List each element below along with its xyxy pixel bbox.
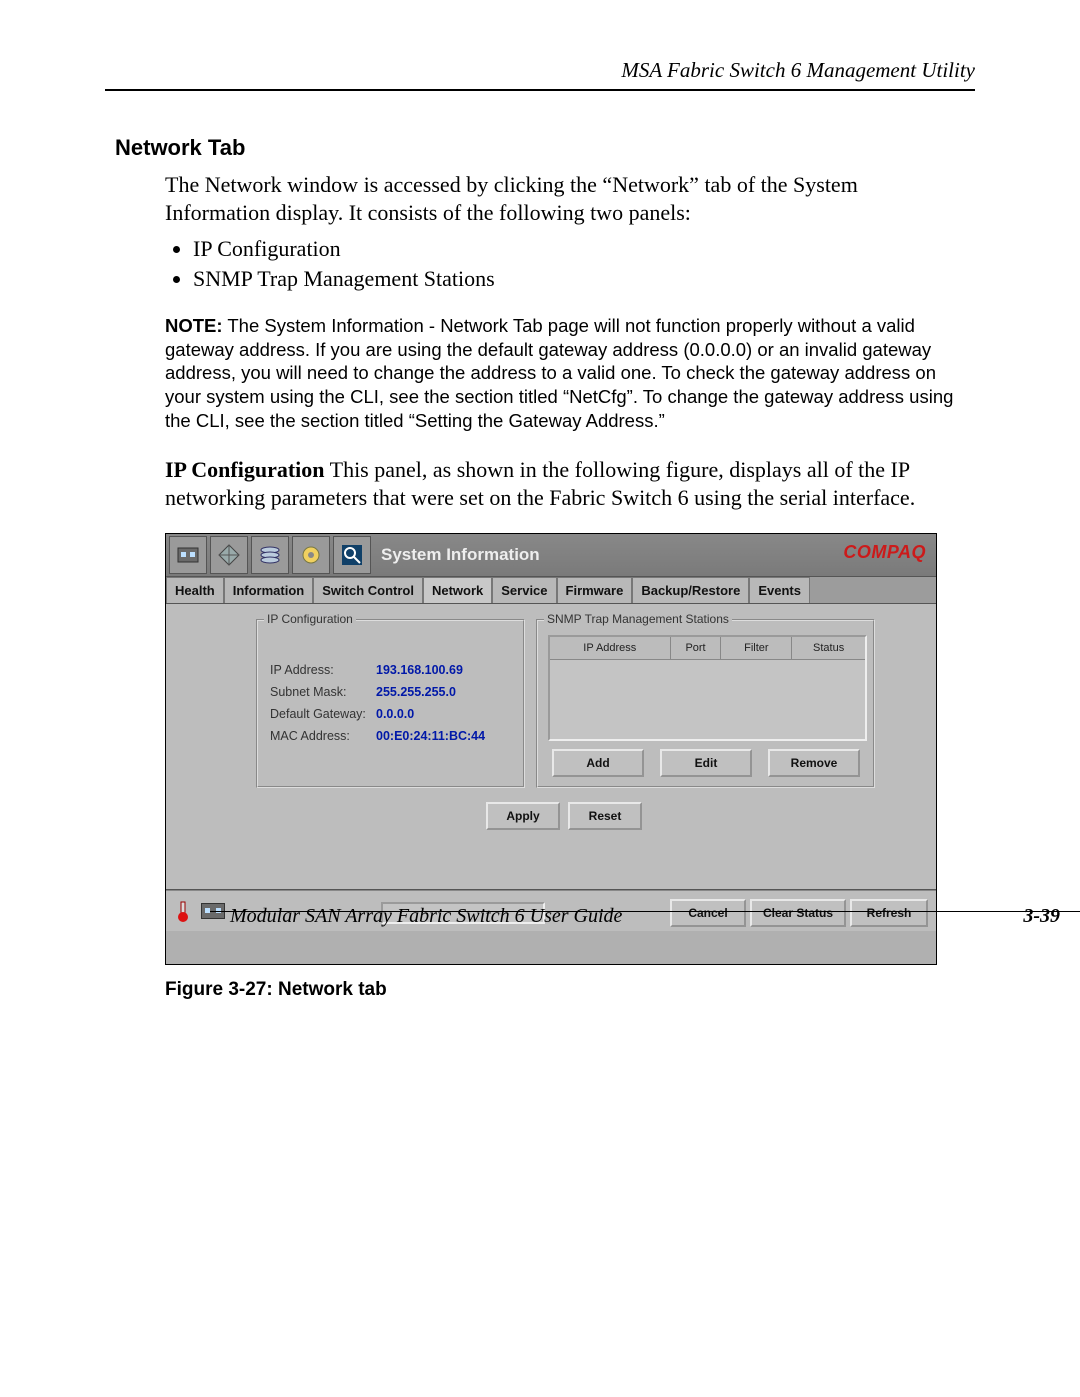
subnet-value: 255.255.255.0 xyxy=(376,685,456,699)
tab-events[interactable]: Events xyxy=(749,577,810,603)
toolbar-button-chip[interactable] xyxy=(169,536,207,574)
figure-screenshot: System Information COMPAQ Health Informa… xyxy=(165,533,975,965)
toolbar-button-fabric[interactable] xyxy=(210,536,248,574)
tab-bar: Health Information Switch Control Networ… xyxy=(166,577,936,604)
col-filter[interactable]: Filter xyxy=(721,637,792,659)
col-status[interactable]: Status xyxy=(792,637,865,659)
brand-logo: COMPAQ xyxy=(843,542,926,563)
mac-label: MAC Address: xyxy=(270,729,350,743)
ip-label: IP Address: xyxy=(270,663,334,677)
ip-row: IP Address: 193.168.100.69 xyxy=(270,663,334,677)
subnet-label: Subnet Mask: xyxy=(270,685,346,699)
reset-button[interactable]: Reset xyxy=(568,802,642,830)
footer-right: 3-39 xyxy=(1023,905,1060,928)
tab-network[interactable]: Network xyxy=(423,577,492,603)
window-title: System Information xyxy=(381,545,540,565)
snmp-legend: SNMP Trap Management Stations xyxy=(544,612,732,626)
footer-left: Modular SAN Array Fabric Switch 6 User G… xyxy=(230,905,622,928)
snmp-header-row: IP Address Port Filter Status xyxy=(550,637,865,660)
ip-value: 193.168.100.69 xyxy=(376,663,463,677)
tab-switch-control[interactable]: Switch Control xyxy=(313,577,423,603)
toolbar-button-stack[interactable] xyxy=(251,536,289,574)
edit-button[interactable]: Edit xyxy=(660,749,752,777)
rule-top xyxy=(105,89,975,91)
ip-configuration-panel: IP Configuration IP Address: 193.168.100… xyxy=(256,619,525,788)
list-item: SNMP Trap Management Stations xyxy=(193,266,975,292)
tab-firmware[interactable]: Firmware xyxy=(557,577,633,603)
toolbar: System Information COMPAQ xyxy=(166,534,936,577)
clear-status-button[interactable]: Clear Status xyxy=(750,899,846,927)
app-window: System Information COMPAQ Health Informa… xyxy=(165,533,937,965)
note-paragraph: NOTE: The System Information - Network T… xyxy=(165,314,955,432)
bullet-list: IP Configuration SNMP Trap Management St… xyxy=(165,236,975,292)
ipconf-lead: IP Configuration xyxy=(165,457,325,482)
tab-information[interactable]: Information xyxy=(224,577,314,603)
refresh-button[interactable]: Refresh xyxy=(850,899,928,927)
tab-content: IP Configuration IP Address: 193.168.100… xyxy=(166,604,936,890)
ip-config-legend: IP Configuration xyxy=(264,612,356,626)
note-body: The System Information - Network Tab pag… xyxy=(165,315,953,431)
gateway-row: Default Gateway: 0.0.0.0 xyxy=(270,707,366,721)
subnet-row: Subnet Mask: 255.255.255.0 xyxy=(270,685,346,699)
thermometer-icon xyxy=(176,901,190,928)
mac-value: 00:E0:24:11:BC:44 xyxy=(376,729,485,743)
toolbar-button-search[interactable] xyxy=(333,536,371,574)
tab-service[interactable]: Service xyxy=(492,577,556,603)
section-title: Network Tab xyxy=(115,135,975,161)
mac-row: MAC Address: 00:E0:24:11:BC:44 xyxy=(270,729,350,743)
gateway-label: Default Gateway: xyxy=(270,707,366,721)
remove-button[interactable]: Remove xyxy=(768,749,860,777)
col-port[interactable]: Port xyxy=(671,637,722,659)
tab-backup-restore[interactable]: Backup/Restore xyxy=(632,577,749,603)
apply-button[interactable]: Apply xyxy=(486,802,560,830)
toolbar-button-gear[interactable] xyxy=(292,536,330,574)
cancel-button[interactable]: Cancel xyxy=(670,899,746,927)
snmp-table[interactable]: IP Address Port Filter Status xyxy=(548,635,867,741)
snmp-panel: SNMP Trap Management Stations IP Address… xyxy=(536,619,875,788)
running-head: MSA Fabric Switch 6 Management Utility xyxy=(105,58,975,83)
add-button[interactable]: Add xyxy=(552,749,644,777)
col-ip[interactable]: IP Address xyxy=(550,637,671,659)
note-label: NOTE: xyxy=(165,315,223,336)
list-item: IP Configuration xyxy=(193,236,975,262)
tab-health[interactable]: Health xyxy=(166,577,224,603)
figure-caption: Figure 3-27: Network tab xyxy=(165,979,975,1001)
ipconf-paragraph: IP Configuration This panel, as shown in… xyxy=(165,456,955,511)
intro-paragraph: The Network window is accessed by clicki… xyxy=(165,171,955,226)
gateway-value: 0.0.0.0 xyxy=(376,707,414,721)
